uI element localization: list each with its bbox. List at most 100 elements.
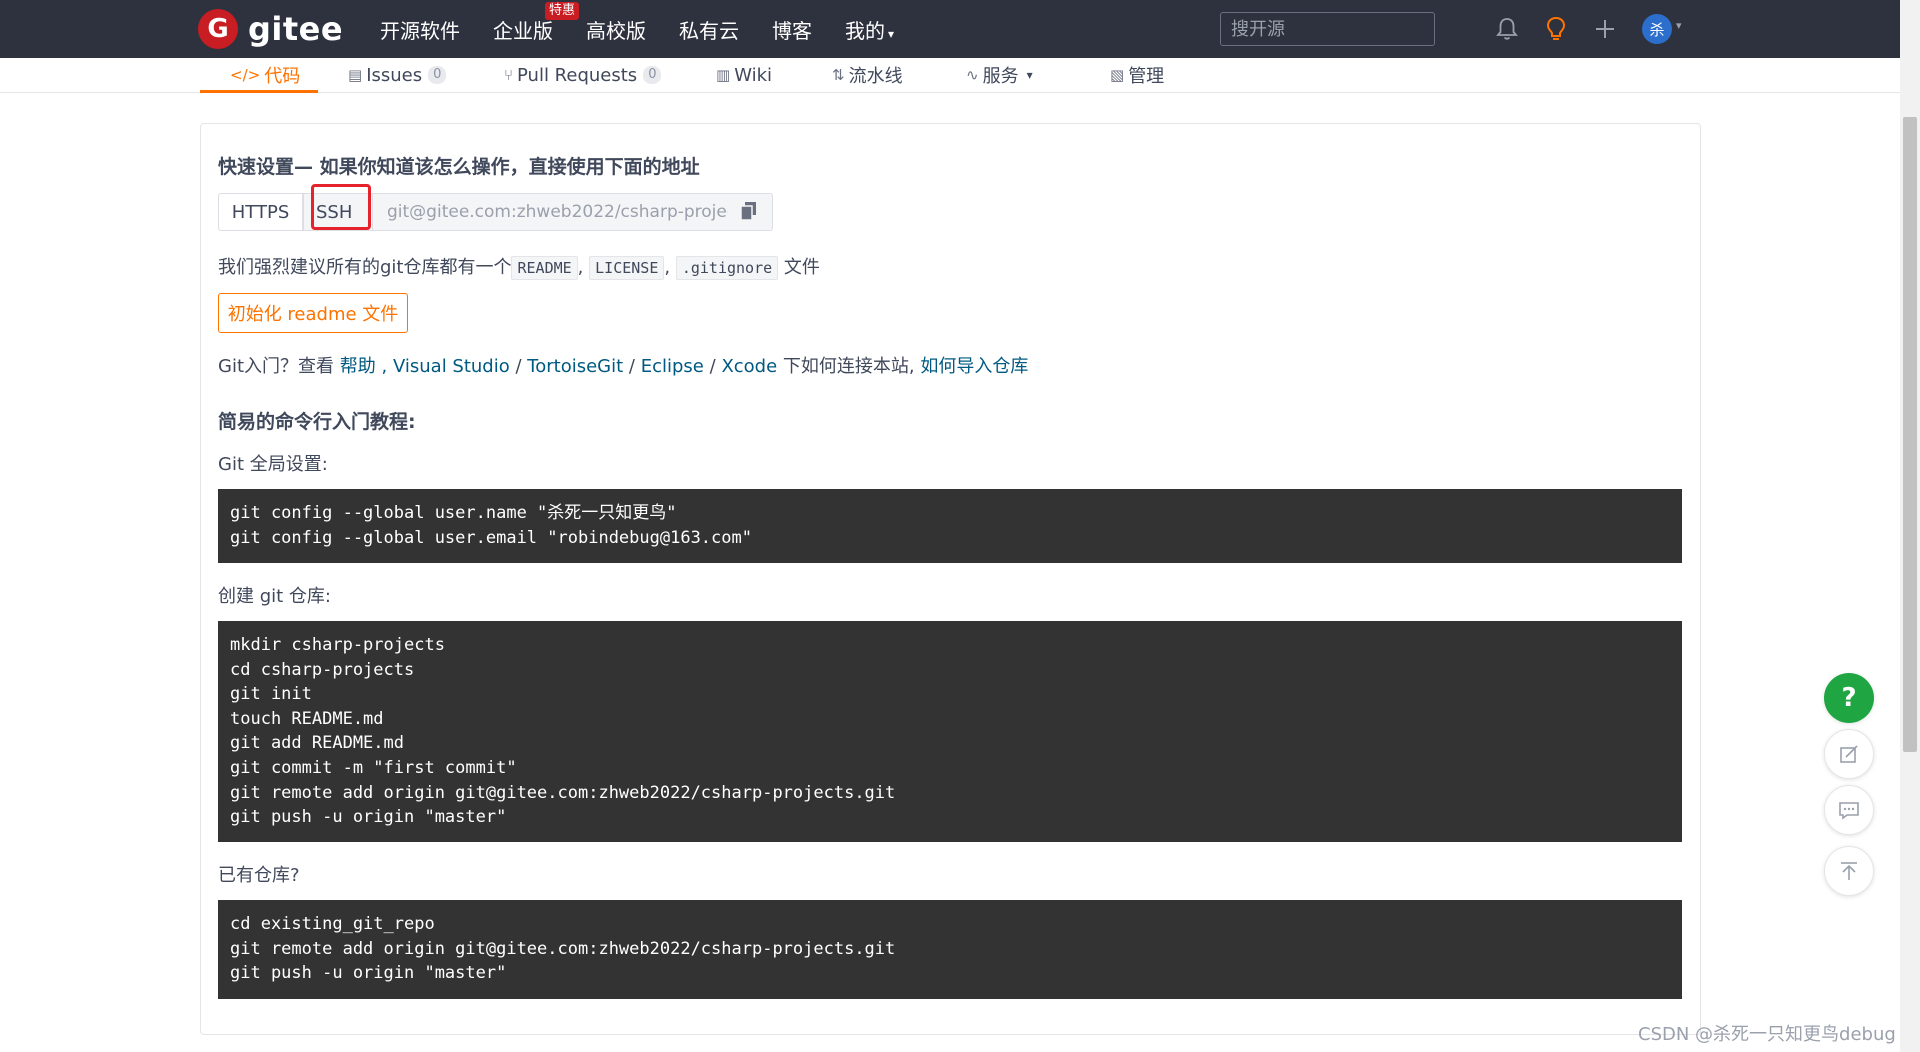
code-line: git push -u origin "master" xyxy=(230,963,507,984)
nav-item-open-source[interactable]: 开源软件 xyxy=(380,15,460,44)
comment-button[interactable] xyxy=(1824,785,1874,835)
global-settings-code: git config --global user.name "杀死一只知更鸟" … xyxy=(218,489,1682,563)
plus-icon[interactable] xyxy=(1590,14,1620,44)
gitee-logo[interactable]: G gitee xyxy=(198,9,343,49)
create-repo-code: mkdir csharp-projects cd csharp-projects… xyxy=(218,621,1682,842)
nav-item-blog[interactable]: 博客 xyxy=(772,15,812,44)
code-line: git config --global user.email "robindeb… xyxy=(230,527,752,548)
copy-icon[interactable] xyxy=(740,201,760,223)
tab-manage[interactable]: ▧ 管理 xyxy=(1110,58,1164,92)
code-line: git add README.md xyxy=(230,733,404,754)
issues-count-badge: 0 xyxy=(428,66,447,84)
nav-item-mine-label: 我的 xyxy=(845,18,885,43)
nav-item-mine[interactable]: 我的 ▾ xyxy=(845,15,894,44)
tab-issues[interactable]: ▤ Issues 0 xyxy=(348,58,447,92)
https-button[interactable]: HTTPS xyxy=(218,193,303,231)
help-icon: ? xyxy=(1841,683,1857,713)
existing-repo-label: 已有仓库? xyxy=(218,865,300,886)
tab-wiki[interactable]: ▥ Wiki xyxy=(716,58,772,92)
create-repo-label: 创建 git 仓库: xyxy=(218,586,331,607)
git-help-prefix: Git入门？查看 xyxy=(218,356,335,377)
issues-icon: ▤ xyxy=(348,66,363,84)
slash-3: / xyxy=(709,356,716,377)
tab-pipeline[interactable]: ⇅ 流水线 xyxy=(832,58,903,92)
back-to-top-icon xyxy=(1841,862,1857,880)
code-line: git init xyxy=(230,684,312,705)
chevron-down-icon: ▾ xyxy=(1026,68,1033,82)
code-icon: </> xyxy=(230,66,261,84)
tab-services-label: 服务 xyxy=(982,66,1019,87)
main-nav-menu: 开源软件 企业版 特惠 高校版 私有云 博客 我的 ▾ xyxy=(380,0,927,58)
code-line: cd existing_git_repo xyxy=(230,914,435,934)
edit-button[interactable] xyxy=(1824,729,1874,779)
tortoisegit-link[interactable]: TortoiseGit xyxy=(527,356,623,377)
git-help-mid: 下如何连接本站, xyxy=(782,356,915,377)
clone-url-group: HTTPS SSH xyxy=(218,193,773,231)
recommend-text: 我们强烈建议所有的git仓库都有一个 README, LICENSE, .giti… xyxy=(218,253,820,280)
pipeline-icon: ⇅ xyxy=(832,66,845,84)
nav-item-enterprise[interactable]: 企业版 特惠 xyxy=(493,1,579,44)
existing-repo-code: cd existing_git_repo git remote add orig… xyxy=(218,900,1682,999)
bell-icon[interactable] xyxy=(1492,14,1522,44)
help-link[interactable]: 帮助 xyxy=(340,356,376,377)
tab-code[interactable]: </> 代码 xyxy=(230,58,300,92)
comment-icon xyxy=(1839,802,1859,820)
import-repo-link[interactable]: 如何导入仓库 xyxy=(920,356,1028,377)
code-line: touch README.md xyxy=(230,708,384,729)
license-code: LICENSE xyxy=(589,256,665,280)
tab-pull-requests-label: Pull Requests xyxy=(517,64,638,86)
xcode-link[interactable]: Xcode xyxy=(721,356,777,377)
tab-services[interactable]: ∿ 服务 ▾ xyxy=(966,58,1033,92)
scrollbar-thumb[interactable] xyxy=(1903,117,1917,752)
code-line: git remote add origin git@gitee.com:zhwe… xyxy=(230,782,896,803)
pulse-icon: ∿ xyxy=(966,66,979,84)
tab-pipeline-label: 流水线 xyxy=(848,66,903,87)
tab-manage-label: 管理 xyxy=(1128,66,1165,87)
manage-icon: ▧ xyxy=(1110,66,1125,84)
nav-item-private-cloud[interactable]: 私有云 xyxy=(679,15,739,44)
top-navbar: G gitee 开源软件 企业版 特惠 高校版 私有云 博客 我的▾ 杀 ▾ xyxy=(0,0,1900,58)
recommend-sep-1: , xyxy=(577,257,584,278)
book-icon: ▥ xyxy=(716,66,731,84)
tab-issues-label: Issues xyxy=(366,64,423,86)
promo-badge: 特惠 xyxy=(544,1,579,20)
back-to-top-button[interactable] xyxy=(1824,846,1874,896)
nav-item-enterprise-label: 企业版 xyxy=(493,18,553,43)
recommend-suffix: 文件 xyxy=(783,257,820,278)
avatar[interactable]: 杀 xyxy=(1642,14,1672,44)
git-help-text: Git入门？查看 帮助 , Visual Studio / TortoiseGi… xyxy=(218,352,1028,378)
repo-tabs: </> 代码 ▤ Issues 0 ⑂ Pull Requests 0 ▥ Wi… xyxy=(0,58,1900,93)
recommend-sep-2: , xyxy=(664,257,671,278)
help-button[interactable]: ? xyxy=(1824,673,1874,723)
code-line: git push -u origin "master" xyxy=(230,807,507,828)
tab-code-label: 代码 xyxy=(264,66,301,87)
slash-1: / xyxy=(515,356,522,377)
quick-setup-title: 快速设置— 如果你知道该怎么操作，直接使用下面的地址 xyxy=(218,156,700,178)
eclipse-link[interactable]: Eclipse xyxy=(641,356,704,377)
nav-item-education[interactable]: 高校版 xyxy=(586,15,646,44)
code-line: git remote add origin git@gitee.com:zhwe… xyxy=(230,938,896,959)
pr-count-badge: 0 xyxy=(643,66,662,84)
csdn-watermark: CSDN @杀死一只知更鸟debug xyxy=(1638,1024,1896,1045)
active-tab-underline xyxy=(200,90,318,93)
gitee-logo-text: gitee xyxy=(248,10,344,48)
ssh-button[interactable]: SSH xyxy=(303,193,373,231)
search-input[interactable] xyxy=(1220,12,1435,46)
gitee-logo-icon: G xyxy=(198,9,238,49)
visual-studio-link[interactable]: Visual Studio xyxy=(393,356,510,377)
code-line: mkdir csharp-projects xyxy=(230,635,445,655)
code-line: git config --global user.name "杀死一只知更鸟" xyxy=(230,503,677,523)
code-line: git commit -m "first commit" xyxy=(230,757,517,778)
bulb-icon[interactable] xyxy=(1541,14,1571,44)
init-readme-button[interactable]: 初始化 readme 文件 xyxy=(218,293,408,333)
recommend-prefix: 我们强烈建议所有的git仓库都有一个 xyxy=(218,257,512,278)
tab-pull-requests[interactable]: ⑂ Pull Requests 0 xyxy=(504,58,662,92)
clone-url-input[interactable] xyxy=(373,193,773,231)
help-comma: , xyxy=(381,356,388,377)
avatar-chevron-down-icon[interactable]: ▾ xyxy=(1676,19,1682,32)
code-line: cd csharp-projects xyxy=(230,659,415,680)
edit-icon xyxy=(1840,745,1858,763)
tab-wiki-label: Wiki xyxy=(734,64,773,86)
readme-code: README xyxy=(511,256,578,280)
pull-request-icon: ⑂ xyxy=(504,66,514,84)
